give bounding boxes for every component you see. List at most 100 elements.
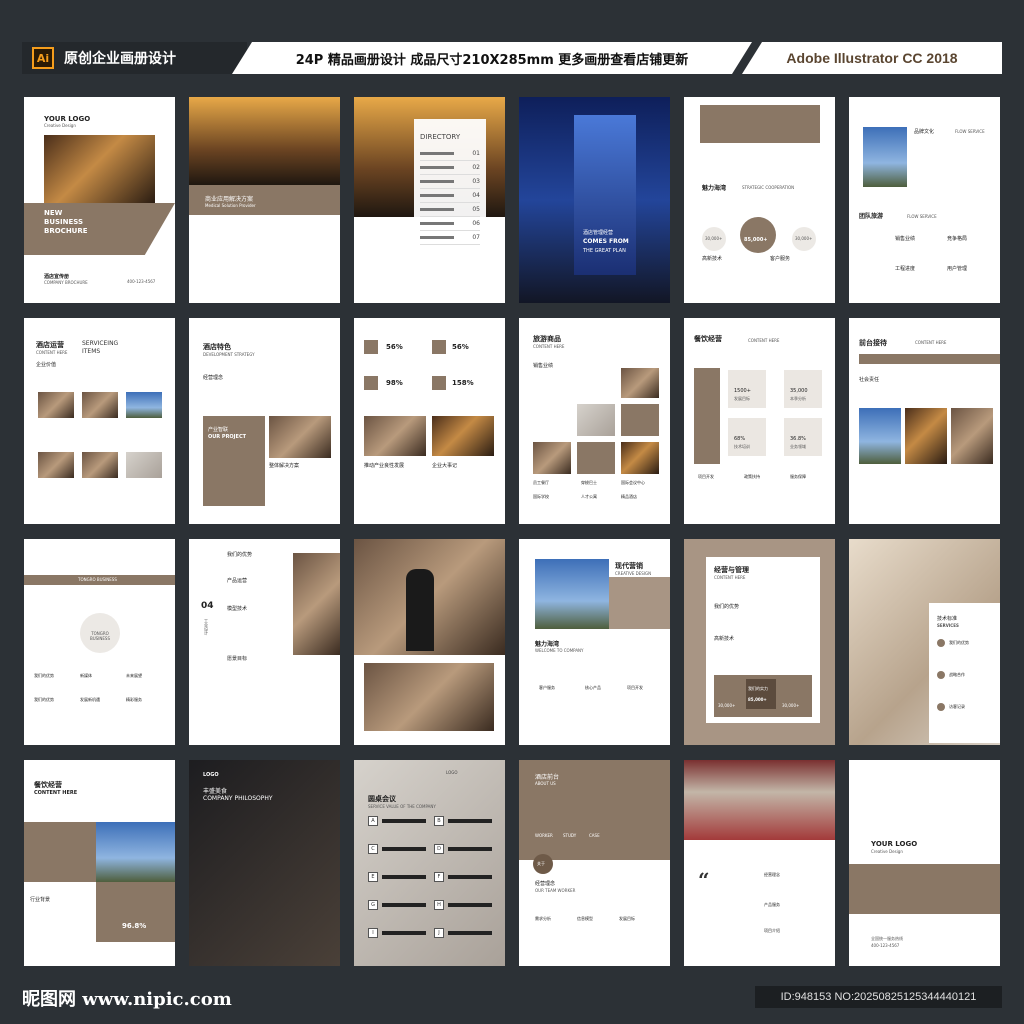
page8-en: DEVELOPMENT STRATEGY: [203, 352, 255, 357]
page-12: 前台接待 CONTENT HERE 社会责任: [849, 318, 1000, 524]
directory-item: 05: [420, 203, 480, 217]
directory-item-line: [420, 166, 454, 169]
page6-h2: 团队旅游: [859, 213, 884, 220]
option-letter-box: C: [368, 844, 378, 854]
page17-center-box: [746, 679, 776, 709]
directory-panel: DIRECTORY 01 02 03 04 05 06 07: [414, 119, 486, 269]
option-letter-box: G: [368, 900, 378, 910]
option-text-bar: [448, 903, 492, 907]
illustrator-icon: Ai: [32, 47, 54, 69]
page5-center-circle: [740, 217, 776, 253]
page6-h2-en: FLOW SERVICE: [907, 214, 937, 219]
page17-right-value: 30,000+: [782, 703, 800, 708]
page12-en: CONTENT HERE: [915, 340, 947, 345]
page-14: 04 工业设计 我们的优势 产品运营 模型技术 愿景目标: [189, 539, 340, 745]
page-7: 酒店运营 CONTENT HERE SERVICEING ITEMS 企业价值: [24, 318, 175, 524]
page4-cn: 酒店管理经营: [583, 230, 614, 236]
page14-vertical: 工业设计: [204, 619, 209, 635]
page22-w2: STUDY: [563, 833, 577, 838]
page23-i2: 产品服务: [764, 902, 780, 907]
page16-band: [609, 577, 670, 629]
page-22: 酒店前台 ABOUT US WORKER STUDY CASE 关于 经营理念 …: [519, 760, 670, 966]
page-15: [354, 539, 505, 745]
page16-l2: 核心产品: [585, 685, 601, 690]
page5-label1: 高新技术: [702, 256, 723, 262]
page-24-back: YOUR LOGO Creative Design 全国统一服务热线 400-1…: [849, 760, 1000, 966]
page22-te: OUR TEAM WORKER: [535, 888, 576, 893]
page-13: TONGRO BUSINESS TONGRO BUSINESS 我们的优势 新媒…: [24, 539, 175, 745]
page23-quote: “: [698, 868, 710, 892]
page19-label: 行业背景: [30, 897, 51, 903]
header-bar: Ai 原创企业画册设计 24P 精品画册设计 成品尺寸210X285mm 更多画…: [22, 42, 1002, 74]
option-letter-box: F: [434, 872, 444, 882]
page11-v1: 1500+: [734, 388, 751, 394]
page10-photo1: [621, 368, 659, 398]
page17-h1: 我们的优势: [714, 604, 740, 610]
page22-c1: 需求分析: [535, 916, 551, 921]
directory-item-number: 05: [472, 206, 480, 213]
page6-h1-en: FLOW SERVICE: [955, 129, 985, 134]
option-text-bar: [382, 847, 426, 851]
page12-band: [859, 354, 1000, 364]
cover-photo: [44, 135, 155, 203]
page16-title: 魅力海湾: [535, 641, 560, 648]
directory-item-line: [420, 222, 454, 225]
page5-right-value: 30,000+: [795, 236, 813, 241]
page-11: 餐饮经营 CONTENT HERE 1500+ 发展目标 35,000 本季分析…: [684, 318, 835, 524]
option-text-bar: [382, 931, 426, 935]
page7-thumb3: [126, 392, 162, 418]
page13-l1: 我们的优势: [34, 673, 54, 678]
directory-item: 03: [420, 175, 480, 189]
page21-cn: 圆桌会议: [368, 795, 396, 803]
page19-en: CONTENT HERE: [34, 790, 78, 796]
page2-title-cn: 商业应用解决方案: [205, 196, 254, 203]
directory-item-number: 07: [472, 234, 480, 241]
directory-item: 02: [420, 161, 480, 175]
header-right-title: Adobe Illustrator CC 2018: [742, 42, 1002, 74]
header-middle-title: 24P 精品画册设计 成品尺寸210X285mm 更多画册查看店铺更新: [232, 42, 752, 74]
page9-v3: 98%: [386, 379, 403, 387]
directory-item: 06: [420, 217, 480, 231]
page9-v1: 56%: [386, 343, 403, 351]
page15-photo-meeting: [364, 663, 494, 731]
page6-item1: 销售业绩: [895, 236, 916, 242]
option-text-bar: [448, 931, 492, 935]
page18-i3: 访客记录: [949, 704, 965, 709]
page14-h1: 我们的优势: [227, 552, 253, 558]
header-left-title: 原创企业画册设计: [64, 51, 176, 67]
page20-cn: 丰盛美食: [203, 788, 228, 795]
cover-title-line2: BUSINESS: [44, 218, 84, 226]
page6-photo: [863, 127, 907, 187]
page-1-cover: YOUR LOGO Creative Design NEW BUSINESS B…: [24, 97, 175, 303]
page-16: 现代营销 CREATIVE DESIGN 魅力海湾 WELCOME TO COM…: [519, 539, 670, 745]
page22-w3: CASE: [589, 833, 600, 838]
directory-list: 01 02 03 04 05 06 07: [420, 147, 480, 245]
page6-item3: 工程进度: [895, 266, 916, 272]
page5-label2: 客户服务: [770, 256, 791, 262]
page7-thumb4: [38, 452, 74, 478]
page17-center-value: 85,000+: [748, 697, 767, 702]
option-letter-box: H: [434, 900, 444, 910]
page16-l3: 项目开发: [627, 685, 643, 690]
page-5: 魅力海湾 STRATEGIC COOPERATION 85,000+ 30,00…: [684, 97, 835, 303]
page17-h2: 高新技术: [714, 636, 735, 642]
page6-item2: 竞争格局: [947, 236, 968, 242]
directory-item-number: 01: [472, 150, 480, 157]
page-18: 技术标准 SERVICES 我们的优势 战略合作 访客记录: [849, 539, 1000, 745]
page5-title-en: STRATEGIC COOPERATION: [742, 185, 795, 190]
page11-l4: 业务领域: [790, 444, 806, 449]
page22-t: 经营理念: [535, 881, 556, 887]
page5-top-band: [700, 105, 820, 143]
page19-cn: 餐饮经营: [34, 781, 62, 789]
page14-h2: 产品运营: [227, 578, 248, 584]
cover-footer-en: COMPANY BROCHURE: [44, 280, 88, 285]
page5-left-value: 30,000+: [705, 236, 723, 241]
page5-title: 魅力海湾: [702, 185, 727, 192]
page-9: 56% 56% 98% 158% 推动产业良性发展 企业大事记: [354, 318, 505, 524]
page8-label: 经营理念: [203, 375, 224, 381]
page9-v2: 56%: [452, 343, 469, 351]
page-8: 酒店特色 DEVELOPMENT STRATEGY 经营理念 产业智联 OUR …: [189, 318, 340, 524]
back-logo-sub: Creative Design: [871, 849, 903, 854]
page7-label: 企业价值: [36, 362, 57, 368]
page23-i3: 项目介绍: [764, 928, 780, 933]
